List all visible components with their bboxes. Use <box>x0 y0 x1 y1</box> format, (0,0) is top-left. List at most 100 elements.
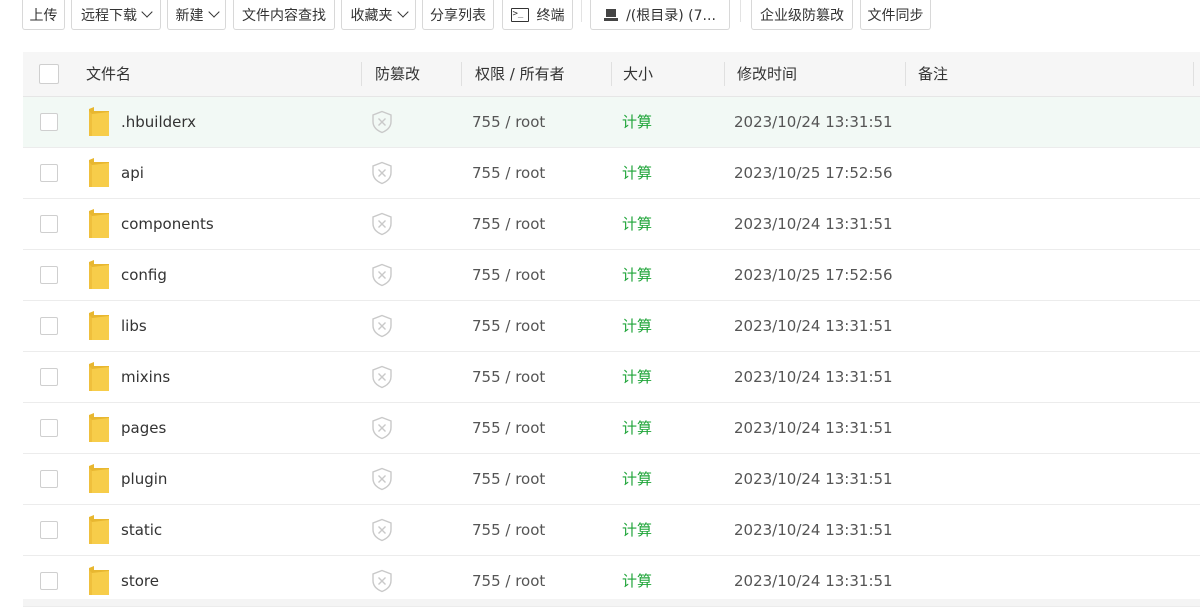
table-row[interactable]: static 755 / root 计算 2023/10/24 13:31:51 <box>23 505 1200 556</box>
file-name[interactable]: mixins <box>121 352 170 402</box>
calculate-size-link[interactable]: 计算 <box>622 454 652 504</box>
disk-button[interactable]: /(根目录) (7... <box>590 0 730 30</box>
permission-owner[interactable]: 755 / root <box>472 403 545 453</box>
file-name[interactable]: api <box>121 148 144 198</box>
calculate-size-link[interactable]: 计算 <box>622 352 652 402</box>
permission-owner[interactable]: 755 / root <box>472 199 545 249</box>
col-tamper: 防篡改 <box>375 65 421 83</box>
favorites-button[interactable]: 收藏夹 <box>341 0 416 30</box>
col-note: 备注 <box>918 65 949 83</box>
favorites-label: 收藏夹 <box>350 7 393 24</box>
shield-x-icon <box>372 467 392 491</box>
calculate-size-link[interactable]: 计算 <box>622 148 652 198</box>
permission-owner[interactable]: 755 / root <box>472 352 545 402</box>
calculate-size-link[interactable]: 计算 <box>622 250 652 300</box>
file-name[interactable]: config <box>121 250 167 300</box>
row-checkbox[interactable] <box>40 572 58 590</box>
row-checkbox[interactable] <box>40 368 58 386</box>
folder-icon <box>89 260 109 289</box>
share-list-button[interactable]: 分享列表 <box>422 0 494 30</box>
column-divider <box>611 62 612 86</box>
shield-x-icon <box>372 314 392 338</box>
table-row[interactable]: components 755 / root 计算 2023/10/24 13:3… <box>23 199 1200 250</box>
terminal-button[interactable]: >_ 终端 <box>502 0 573 30</box>
upload-label: 上传 <box>29 7 58 24</box>
table-row[interactable]: mixins 755 / root 计算 2023/10/24 13:31:51 <box>23 352 1200 403</box>
row-checkbox[interactable] <box>40 113 58 131</box>
folder-icon <box>89 515 109 544</box>
folder-icon <box>89 464 109 493</box>
file-sync-button[interactable]: 文件同步 <box>860 0 931 30</box>
row-checkbox[interactable] <box>40 164 58 182</box>
calculate-size-link[interactable]: 计算 <box>622 199 652 249</box>
modified-time: 2023/10/24 13:31:51 <box>734 419 893 437</box>
file-name[interactable]: libs <box>121 301 147 351</box>
file-name[interactable]: static <box>121 505 162 555</box>
table-row[interactable]: plugin 755 / root 计算 2023/10/24 13:31:51 <box>23 454 1200 505</box>
calculate-size-link[interactable]: 计算 <box>622 505 652 555</box>
table-footer <box>23 599 1200 606</box>
permission-owner[interactable]: 755 / root <box>472 454 545 504</box>
new-label: 新建 <box>175 7 204 24</box>
content-search-button[interactable]: 文件内容查找 <box>233 0 335 30</box>
permission-owner[interactable]: 755 / root <box>472 505 545 555</box>
row-checkbox[interactable] <box>40 470 58 488</box>
folder-icon <box>89 566 109 595</box>
permission-owner[interactable]: 755 / root <box>472 250 545 300</box>
table-row[interactable]: pages 755 / root 计算 2023/10/24 13:31:51 <box>23 403 1200 454</box>
shield-x-icon <box>372 161 392 185</box>
permission-owner[interactable]: 755 / root <box>472 148 545 198</box>
table-row[interactable]: api 755 / root 计算 2023/10/25 17:52:56 <box>23 148 1200 199</box>
col-modified-time[interactable]: 修改时间 <box>737 52 797 96</box>
row-checkbox[interactable] <box>40 317 58 335</box>
permission-owner[interactable]: 755 / root <box>472 301 545 351</box>
share-list-label: 分享列表 <box>430 7 486 24</box>
file-name[interactable]: pages <box>121 403 166 453</box>
row-checkbox[interactable] <box>40 419 58 437</box>
upload-button[interactable]: 上传 <box>22 0 65 30</box>
shield-x-icon <box>372 416 392 440</box>
folder-icon <box>89 311 109 340</box>
col-name[interactable]: 文件名 <box>86 52 131 96</box>
column-divider <box>1193 62 1194 86</box>
row-checkbox[interactable] <box>40 215 58 233</box>
shield-x-icon <box>372 518 392 542</box>
row-checkbox[interactable] <box>40 266 58 284</box>
table-header: 文件名 防篡改 权限 / 所有者 大小 修改时间 备注 <box>23 52 1200 97</box>
shield-x-icon <box>372 110 392 134</box>
col-size[interactable]: 大小 <box>623 52 653 96</box>
select-all-checkbox[interactable] <box>39 64 59 84</box>
column-divider <box>361 62 362 86</box>
remote-download-label: 远程下载 <box>81 7 137 24</box>
calculate-size-link[interactable]: 计算 <box>622 97 652 147</box>
shield-x-icon <box>372 263 392 287</box>
table-row[interactable]: .hbuilderx 755 / root 计算 2023/10/24 13:3… <box>23 97 1200 148</box>
table-row[interactable]: config 755 / root 计算 2023/10/25 17:52:56 <box>23 250 1200 301</box>
file-name[interactable]: plugin <box>121 454 167 504</box>
file-name[interactable]: .hbuilderx <box>121 97 196 147</box>
calculate-size-link[interactable]: 计算 <box>622 301 652 351</box>
folder-icon <box>89 158 109 187</box>
row-checkbox[interactable] <box>40 521 58 539</box>
table-row[interactable]: libs 755 / root 计算 2023/10/24 13:31:51 <box>23 301 1200 352</box>
shield-x-icon <box>372 365 392 389</box>
column-divider <box>461 62 462 86</box>
disk-icon <box>604 8 619 21</box>
modified-time: 2023/10/24 13:31:51 <box>734 317 893 335</box>
new-button[interactable]: 新建 <box>167 0 226 30</box>
table-body: .hbuilderx 755 / root 计算 2023/10/24 13:3… <box>23 97 1200 607</box>
col-permission: 权限 / 所有者 <box>475 65 565 83</box>
permission-owner[interactable]: 755 / root <box>472 97 545 147</box>
folder-icon <box>89 362 109 391</box>
chevron-down-icon <box>396 6 409 18</box>
modified-time: 2023/10/25 17:52:56 <box>734 266 893 284</box>
terminal-icon: >_ <box>510 7 529 22</box>
enterprise-tamper-button[interactable]: 企业级防篡改 <box>751 0 853 30</box>
modified-time: 2023/10/25 17:52:56 <box>734 164 893 182</box>
file-name[interactable]: components <box>121 199 214 249</box>
calculate-size-link[interactable]: 计算 <box>622 403 652 453</box>
file-table: 文件名 防篡改 权限 / 所有者 大小 修改时间 备注 .hbuilderx 7… <box>23 52 1200 607</box>
disk-label: /(根目录) (7... <box>626 7 716 24</box>
remote-download-button[interactable]: 远程下载 <box>71 0 161 30</box>
column-divider <box>905 62 906 86</box>
